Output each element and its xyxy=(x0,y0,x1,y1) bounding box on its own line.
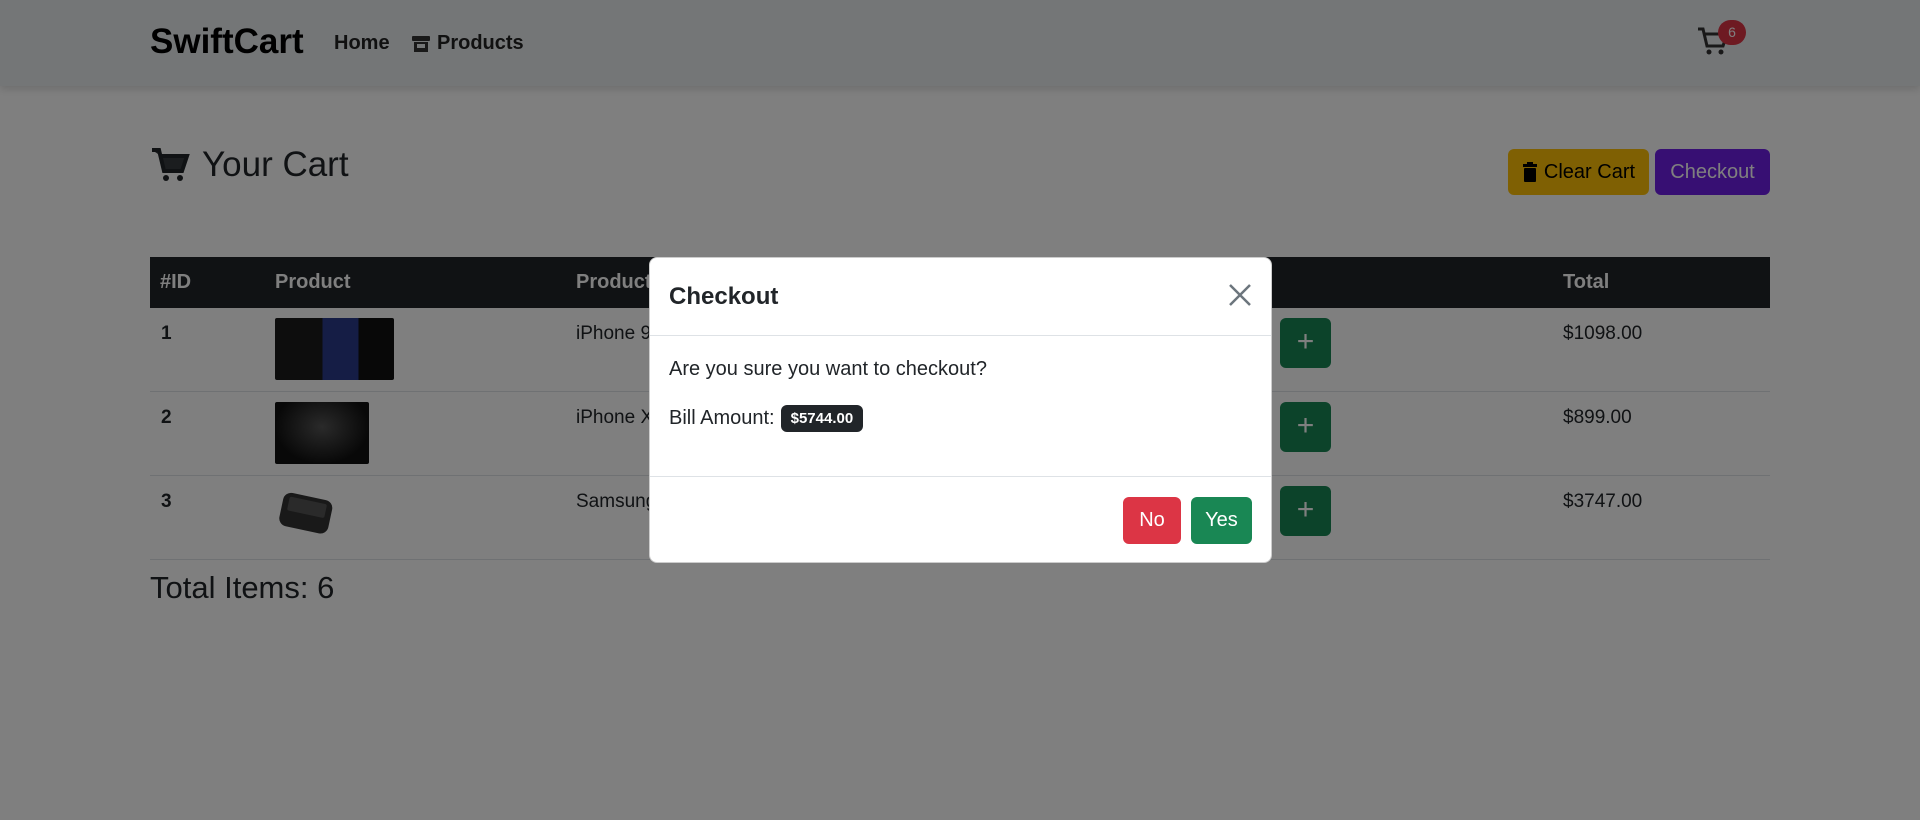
bill-amount-badge: $5744.00 xyxy=(780,405,864,432)
checkout-question: Are you sure you want to checkout? xyxy=(669,358,987,380)
close-icon[interactable] xyxy=(1227,282,1253,308)
no-button[interactable]: No xyxy=(1123,497,1181,544)
bill-amount-label: Bill Amount: xyxy=(669,407,775,429)
modal-header: Checkout xyxy=(650,258,1271,336)
yes-button[interactable]: Yes xyxy=(1191,497,1252,544)
yes-button-label: Yes xyxy=(1205,509,1238,531)
modal-body: Are you sure you want to checkout? Bill … xyxy=(669,358,1252,432)
checkout-modal: Checkout Are you sure you want to checko… xyxy=(649,257,1272,563)
modal-footer: No Yes xyxy=(650,476,1271,564)
no-button-label: No xyxy=(1139,509,1165,531)
bill-amount-row: Bill Amount: $5744.00 xyxy=(669,405,1252,432)
modal-title: Checkout xyxy=(669,283,779,310)
